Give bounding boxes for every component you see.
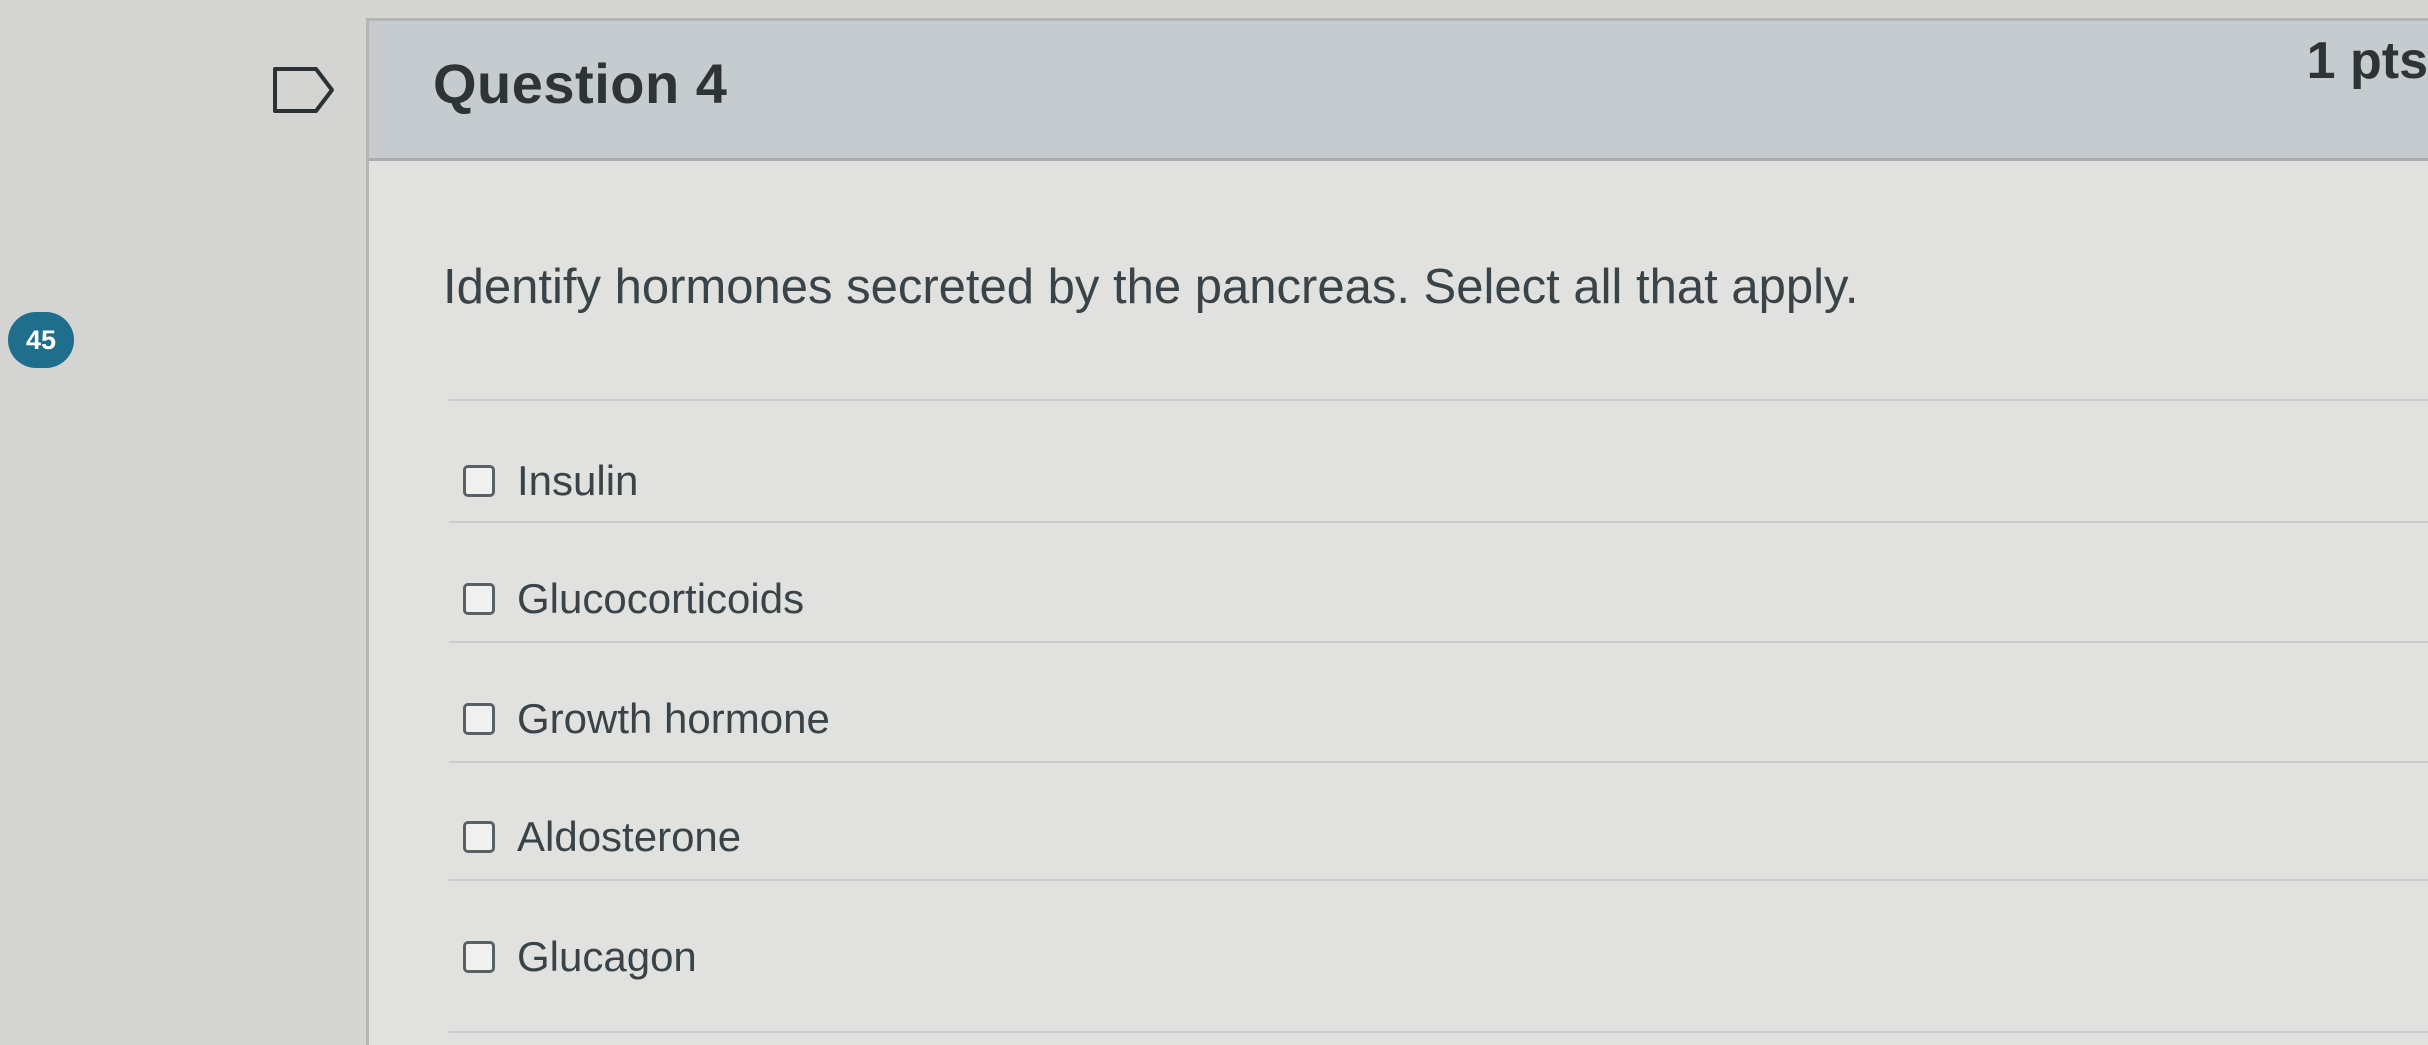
answer-label: Insulin xyxy=(517,457,639,504)
divider xyxy=(449,521,2428,523)
answer-checkbox[interactable] xyxy=(463,465,495,497)
answer-label: Growth hormone xyxy=(517,695,830,742)
question-prompt: Identify hormones secreted by the pancre… xyxy=(443,260,1859,314)
answer-option-glucagon[interactable]: Glucagon xyxy=(463,927,697,987)
divider xyxy=(449,641,2428,643)
answer-label: Glucagon xyxy=(517,933,697,980)
question-header: Question 4 1 pts xyxy=(369,21,2428,161)
question-title: Question 4 xyxy=(433,52,728,115)
question-card: Question 4 1 pts Identify hormones secre… xyxy=(366,18,2428,1045)
answer-checkbox[interactable] xyxy=(463,821,495,853)
answer-option-glucocorticoids[interactable]: Glucocorticoids xyxy=(463,569,804,629)
flag-question-icon[interactable] xyxy=(272,66,336,114)
answer-option-aldosterone[interactable]: Aldosterone xyxy=(463,807,741,867)
divider xyxy=(449,761,2428,763)
answer-checkbox[interactable] xyxy=(463,703,495,735)
answer-option-insulin[interactable]: Insulin xyxy=(463,451,638,511)
question-points: 1 pts xyxy=(2306,32,2428,90)
answer-option-growth-hormone[interactable]: Growth hormone xyxy=(463,689,830,749)
side-count-badge: 45 xyxy=(8,312,74,368)
divider xyxy=(449,879,2428,881)
answer-checkbox[interactable] xyxy=(463,941,495,973)
answer-label: Aldosterone xyxy=(517,813,742,860)
answer-checkbox[interactable] xyxy=(463,583,495,615)
answer-label: Glucocorticoids xyxy=(517,575,805,622)
divider xyxy=(449,399,2428,401)
divider xyxy=(449,1031,2428,1033)
